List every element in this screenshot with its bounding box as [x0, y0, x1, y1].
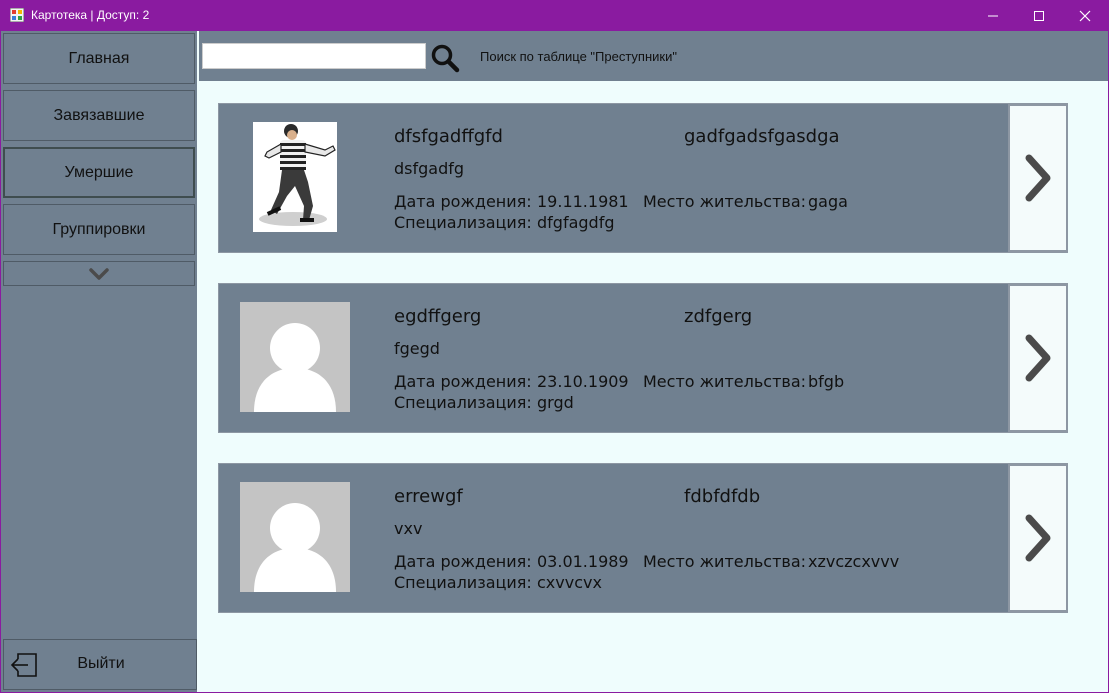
nav-groups-label: Группировки — [52, 220, 146, 238]
nav-deceased-button[interactable]: Умершие — [3, 147, 195, 198]
birth-date-label: Дата рождения: — [394, 192, 532, 211]
record-card: errewgf fdbfdfdb vxv Дата рождения: 03.0… — [218, 463, 1068, 613]
specialization-value: grgd — [537, 393, 574, 412]
specialization-label: Специализация: — [394, 393, 532, 412]
avatar-placeholder-icon — [240, 302, 350, 412]
residence-label: Место жительства: — [643, 192, 807, 211]
record-patronymic: vxv — [394, 519, 423, 538]
exit-button[interactable]: Выйти — [3, 639, 197, 690]
birth-date-value: 19.11.1981 — [537, 192, 629, 211]
avatar-placeholder-icon — [240, 482, 350, 592]
record-card: egdffgerg zdfgerg fgegd Дата рождения: 2… — [218, 283, 1068, 433]
search-icon[interactable] — [430, 43, 460, 73]
record-name: zdfgerg — [684, 306, 753, 327]
open-record-button[interactable] — [1008, 464, 1068, 612]
specialization-label: Специализация: — [394, 573, 532, 592]
record-surname: dfsfgadffgfd — [394, 126, 503, 147]
search-input[interactable] — [202, 43, 426, 69]
record-surname: egdffgerg — [394, 306, 482, 327]
chevron-right-icon — [1025, 514, 1051, 562]
chevron-down-icon — [89, 267, 109, 280]
search-bar: Поиск по таблице "Преступники" — [199, 31, 1108, 81]
window-title: Картотека | Доступ: 2 — [31, 8, 150, 22]
chevron-right-icon — [1025, 334, 1051, 382]
exit-label: Выйти — [77, 655, 125, 672]
residence-value: gaga — [808, 192, 848, 211]
birth-date-label: Дата рождения: — [394, 372, 532, 391]
client-area: Главная Завязавшие Умершие Группировки В… — [1, 31, 1108, 692]
residence-value: bfgb — [808, 372, 845, 391]
sidebar: Главная Завязавшие Умершие Группировки В… — [1, 31, 197, 692]
birth-date-label: Дата рождения: — [394, 552, 532, 571]
maximize-button[interactable] — [1016, 0, 1062, 31]
residence-label: Место жительства: — [643, 372, 807, 391]
birth-date-value: 23.10.1909 — [537, 372, 629, 391]
nav-deceased-label: Умершие — [64, 163, 134, 181]
residence-label: Место жительства: — [643, 552, 807, 571]
record-surname: errewgf — [394, 486, 463, 507]
birth-date-value: 03.01.1989 — [537, 552, 629, 571]
nav-groups-button[interactable]: Группировки — [3, 204, 195, 255]
title-bar: Картотека | Доступ: 2 — [0, 0, 1109, 31]
nav-reformed-label: Завязавшие — [53, 106, 145, 124]
burglar-photo — [253, 122, 337, 232]
nav-reformed-button[interactable]: Завязавшие — [3, 90, 195, 141]
app-window: Картотека | Доступ: 2 Главная Завязавшие… — [0, 0, 1109, 693]
app-icon — [10, 8, 24, 22]
chevron-right-icon — [1025, 154, 1051, 202]
minimize-button[interactable] — [970, 0, 1016, 31]
record-name: gadfgadsfgasdga — [684, 126, 840, 147]
nav-more-button[interactable] — [3, 261, 195, 286]
record-card: dfsfgadffgfd gadfgadsfgasdga dsfgadfg Да… — [218, 103, 1068, 253]
open-record-button[interactable] — [1008, 284, 1068, 432]
record-patronymic: fgegd — [394, 339, 440, 358]
nav-main-button[interactable]: Главная — [3, 33, 195, 84]
residence-value: xzvczcxvvv — [808, 552, 900, 571]
open-record-button[interactable] — [1008, 104, 1068, 252]
search-label: Поиск по таблице "Преступники" — [480, 49, 677, 64]
record-patronymic: dsfgadfg — [394, 159, 465, 178]
specialization-value: cxvvcvx — [537, 573, 602, 592]
record-name: fdbfdfdb — [684, 486, 761, 507]
close-button[interactable] — [1062, 0, 1108, 31]
minimize-icon — [988, 15, 998, 16]
specialization-label: Специализация: — [394, 213, 532, 232]
specialization-value: dfgfagdfg — [537, 213, 615, 232]
maximize-icon — [1034, 10, 1044, 21]
nav-main-label: Главная — [68, 49, 130, 67]
close-icon — [1079, 10, 1091, 21]
